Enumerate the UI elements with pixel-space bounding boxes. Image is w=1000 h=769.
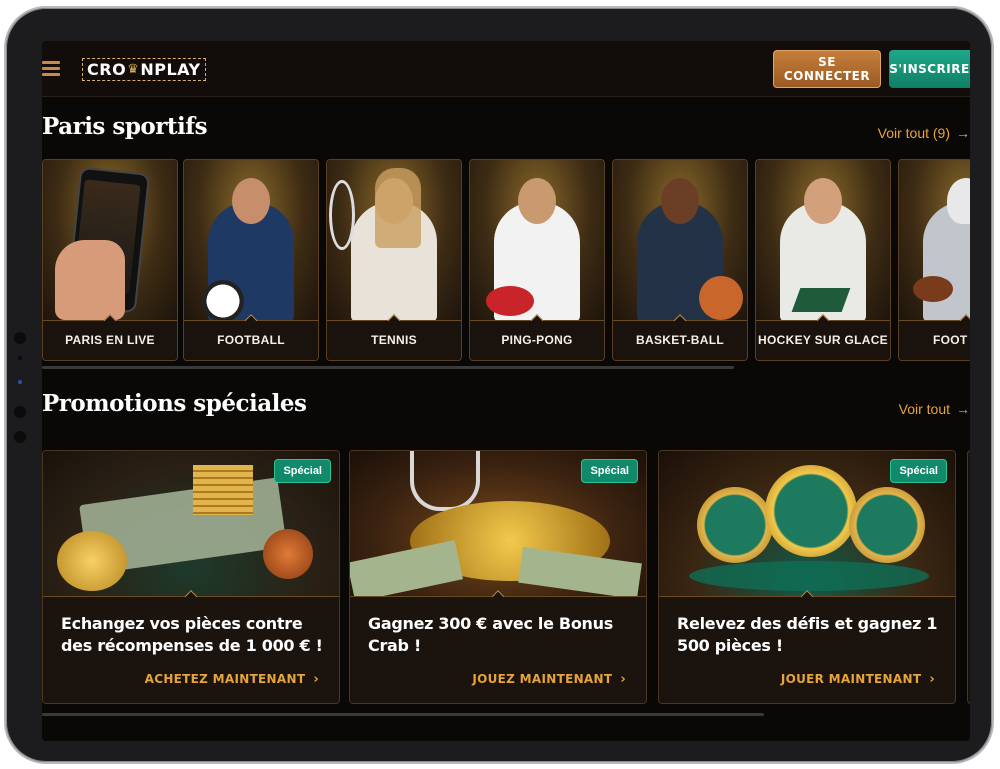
device-button <box>14 332 26 344</box>
tennis-player-image <box>327 160 461 322</box>
arrow-right-icon: → <box>956 125 970 141</box>
special-badge: Spécial <box>274 459 331 483</box>
promo-card-body: Gagnez 300 € avec le Bonus Crab ! JOUEZ … <box>350 596 646 703</box>
sport-card-label: FOOT AMÉR <box>899 320 970 360</box>
promo-card[interactable]: Spécial Echangez vos pièces contre des r… <box>42 450 340 704</box>
sport-card-ice-hockey[interactable]: HOCKEY SUR GLACE <box>755 159 891 361</box>
sport-card-live[interactable]: PARIS EN LIVE <box>42 159 178 361</box>
special-badge: Spécial <box>890 459 947 483</box>
ping-pong-player-image <box>470 160 604 322</box>
promo-card[interactable]: Spécial Gagnez 300 € avec le Bonus Crab … <box>349 450 647 704</box>
sports-section-title: Paris sportifs <box>42 113 208 140</box>
arrow-right-icon: → <box>956 401 970 417</box>
sport-card-basketball[interactable]: BASKET-BALL <box>612 159 748 361</box>
sport-card-label: TENNIS <box>327 320 461 360</box>
crown-icon: ♛ <box>127 62 140 77</box>
promo-card-partial[interactable] <box>967 450 970 704</box>
play-now-link[interactable]: JOUER MAINTENANT › <box>781 672 935 687</box>
chevron-right-icon: › <box>620 672 626 687</box>
chevron-right-icon: › <box>929 672 935 687</box>
signup-button[interactable]: S'INSCRIRE <box>889 50 970 88</box>
hamburger-menu-icon[interactable] <box>42 61 60 77</box>
live-betting-image <box>43 160 177 322</box>
promo-description: Gagnez 300 € avec le Bonus Crab ! <box>368 614 613 655</box>
promotions-see-all-link[interactable]: Voir tout → <box>899 401 970 417</box>
promo-card-body: Echangez vos pièces contre des récompens… <box>43 596 339 703</box>
sport-card-label: PING-PONG <box>470 320 604 360</box>
sport-card-label: HOCKEY SUR GLACE <box>756 320 890 360</box>
football-player-image <box>184 160 318 322</box>
app-screen: CRO ♛ NPLAY SE CONNECTER S'INSCRIRE Paris … <box>42 41 970 741</box>
promo-card-body: Relevez des défis et gagnez 1 500 pièces… <box>659 596 955 703</box>
device-button <box>14 406 26 418</box>
buy-now-link[interactable]: ACHETEZ MAINTENANT › <box>145 672 319 687</box>
top-navigation-bar: CRO ♛ NPLAY SE CONNECTER S'INSCRIRE <box>42 41 970 97</box>
hockey-player-image <box>756 160 890 322</box>
sport-card-ping-pong[interactable]: PING-PONG <box>469 159 605 361</box>
play-now-link[interactable]: JOUEZ MAINTENANT › <box>472 672 626 687</box>
crownplay-logo[interactable]: CRO ♛ NPLAY <box>82 58 206 81</box>
sports-carousel[interactable]: PARIS EN LIVE FOOTBALL TENNIS PING-PONG … <box>42 159 970 361</box>
promotions-carousel-scrollbar[interactable] <box>42 713 764 716</box>
tablet-frame: CRO ♛ NPLAY SE CONNECTER S'INSCRIRE Paris … <box>4 6 994 764</box>
american-football-player-image <box>899 160 970 322</box>
sport-card-american-football[interactable]: FOOT AMÉR <box>898 159 970 361</box>
sport-card-tennis[interactable]: TENNIS <box>326 159 462 361</box>
promo-description: Relevez des défis et gagnez 1 500 pièces… <box>677 614 938 655</box>
promo-card[interactable]: Spécial Relevez des défis et gagnez 1 50… <box>658 450 956 704</box>
chevron-right-icon: › <box>313 672 319 687</box>
device-button <box>14 431 26 443</box>
login-button[interactable]: SE CONNECTER <box>773 50 881 88</box>
sport-card-football[interactable]: FOOTBALL <box>183 159 319 361</box>
sports-carousel-scrollbar[interactable] <box>42 366 734 369</box>
promo-description: Echangez vos pièces contre des récompens… <box>61 614 323 655</box>
sport-card-label: FOOTBALL <box>184 320 318 360</box>
special-badge: Spécial <box>581 459 638 483</box>
sports-see-all-link[interactable]: Voir tout (9) → <box>878 125 970 141</box>
sport-card-label: PARIS EN LIVE <box>43 320 177 360</box>
device-sensor <box>18 380 22 384</box>
device-sensor <box>18 356 22 360</box>
sport-card-label: BASKET-BALL <box>613 320 747 360</box>
promotions-carousel[interactable]: Spécial Echangez vos pièces contre des r… <box>42 450 970 704</box>
promotions-section-title: Promotions spéciales <box>42 390 307 417</box>
basketball-player-image <box>613 160 747 322</box>
